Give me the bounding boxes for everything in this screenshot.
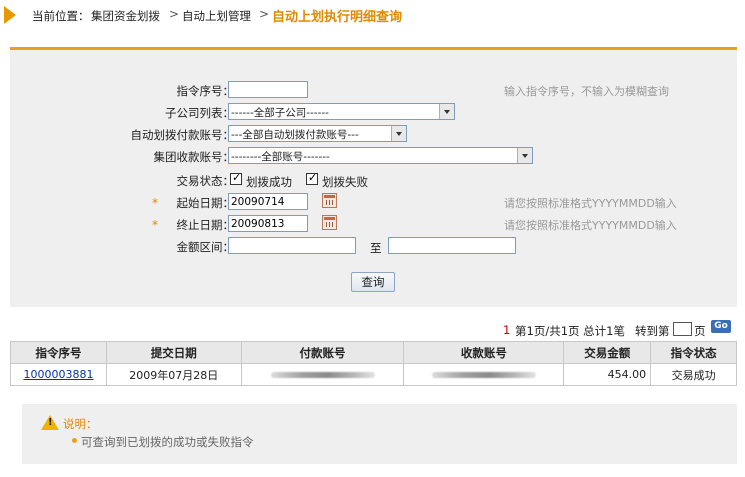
auto-pay-account-selected: ---全部自动划拨付款账号--- bbox=[231, 129, 359, 141]
page-title: 自动上划执行明细查询 bbox=[272, 10, 403, 25]
breadcrumb-prefix: 当前位置： bbox=[32, 9, 90, 23]
amount-range-row: 金额区间： 至 bbox=[10, 237, 737, 255]
cell-instruction-no: 1000003881 bbox=[10, 363, 107, 386]
instruction-no-row: 指令序号： 输入指令序号，不输入为模糊查询 bbox=[10, 81, 737, 99]
amount-from-input[interactable] bbox=[228, 237, 356, 254]
amount-to-label: 至 bbox=[370, 241, 382, 255]
amount-range-label: 金额区间： bbox=[176, 240, 235, 254]
column-header-submit-date: 提交日期 bbox=[105, 341, 242, 364]
calendar-icon[interactable] bbox=[322, 193, 337, 208]
amount-to-input[interactable] bbox=[388, 237, 516, 254]
end-date-label: 终止日期： bbox=[176, 218, 235, 232]
end-date-hint: 请您按照标准格式YYYYMMDD输入 bbox=[504, 219, 677, 232]
start-date-row: * 起始日期： 请您按照标准格式YYYYMMDD输入 bbox=[10, 193, 737, 211]
subsidiary-label: 子公司列表： bbox=[165, 106, 234, 120]
status-failed-checkbox[interactable] bbox=[306, 171, 318, 185]
end-date-input[interactable] bbox=[228, 215, 308, 232]
bullet-icon bbox=[72, 438, 77, 443]
table-row: 1000003881 2009年07月28日 454.00 交易成功 bbox=[10, 363, 737, 386]
instruction-no-label: 指令序号： bbox=[176, 84, 235, 98]
end-date-row: * 终止日期： 请您按照标准格式YYYYMMDD输入 bbox=[10, 215, 737, 233]
page-unit-label: 页 bbox=[694, 324, 706, 338]
subsidiary-selected: ------全部子公司------ bbox=[231, 107, 329, 119]
start-date-input[interactable] bbox=[228, 193, 308, 210]
breadcrumb: 当前位置： 集团资金划拨 > 自动上划管理 > 自动上划执行明细查询 bbox=[0, 0, 745, 32]
status-row: 交易状态： 划拨成功 划拨失败 bbox=[10, 171, 737, 189]
auto-pay-account-select[interactable]: ---全部自动划拨付款账号--- bbox=[228, 125, 407, 142]
go-button[interactable]: Go bbox=[711, 320, 731, 333]
group-receive-account-selected: --------全部账号------- bbox=[231, 151, 330, 163]
breadcrumb-separator: > bbox=[259, 7, 270, 21]
start-date-hint: 请您按照标准格式YYYYMMDD输入 bbox=[504, 197, 677, 210]
note-box: 说明： 可查询到已划拨的成功或失败指令 bbox=[22, 404, 737, 464]
auto-pay-account-label: 自动划拨付款账号： bbox=[130, 128, 235, 142]
group-receive-account-label: 集团收款账号： bbox=[153, 150, 235, 164]
status-success-checkbox[interactable] bbox=[230, 171, 242, 185]
cell-pay-account bbox=[240, 363, 405, 386]
status-label: 交易状态： bbox=[176, 174, 235, 188]
instruction-no-hint: 输入指令序号，不输入为模糊查询 bbox=[504, 85, 669, 98]
start-date-label: 起始日期： bbox=[176, 196, 235, 210]
group-receive-account-select[interactable]: --------全部账号------- bbox=[228, 147, 533, 164]
instruction-no-input[interactable] bbox=[228, 81, 308, 98]
query-form: 指令序号： 输入指令序号，不输入为模糊查询 子公司列表： ------全部子公司… bbox=[10, 50, 737, 307]
page-summary: 第1页/共1页 总计1笔 bbox=[515, 324, 625, 338]
column-header-receive-account: 收款账号 bbox=[403, 341, 565, 364]
current-page: 1 bbox=[503, 323, 511, 337]
status-success-label: 划拨成功 bbox=[246, 175, 292, 189]
redacted-account bbox=[270, 372, 375, 378]
group-receive-account-row: 集团收款账号： --------全部账号------- bbox=[10, 147, 737, 165]
required-mark: * bbox=[152, 196, 158, 210]
status-failed-label: 划拨失败 bbox=[322, 175, 368, 189]
warning-icon bbox=[41, 415, 59, 430]
cell-receive-account bbox=[403, 363, 565, 386]
pagination: 1 第1页/共1页 总计1笔 转到第 页 Go bbox=[0, 320, 745, 338]
arrow-right-icon bbox=[4, 6, 16, 24]
note-title: 说明： bbox=[63, 417, 98, 431]
cell-status: 交易成功 bbox=[650, 363, 737, 386]
cell-submit-date: 2009年07月28日 bbox=[105, 363, 242, 386]
note-item: 可查询到已划拨的成功或失败指令 bbox=[81, 435, 254, 449]
column-header-amount: 交易金额 bbox=[563, 341, 652, 364]
chevron-down-icon[interactable] bbox=[439, 104, 454, 119]
column-header-pay-account: 付款账号 bbox=[240, 341, 405, 364]
cell-amount: 454.00 bbox=[563, 363, 652, 386]
breadcrumb-separator: > bbox=[169, 7, 180, 21]
instruction-no-link[interactable]: 1000003881 bbox=[23, 368, 93, 381]
table-header: 指令序号 提交日期 付款账号 收款账号 交易金额 指令状态 bbox=[10, 341, 737, 364]
subsidiary-select[interactable]: ------全部子公司------ bbox=[228, 103, 455, 120]
breadcrumb-item-auto-transfer[interactable]: 自动上划管理 bbox=[182, 8, 251, 24]
auto-pay-account-row: 自动划拨付款账号： ---全部自动划拨付款账号--- bbox=[10, 125, 737, 143]
subsidiary-row: 子公司列表： ------全部子公司------ bbox=[10, 103, 737, 121]
query-button[interactable]: 查询 bbox=[351, 272, 395, 292]
chevron-down-icon[interactable] bbox=[517, 148, 532, 163]
column-header-status: 指令状态 bbox=[650, 341, 737, 364]
results-table: 指令序号 提交日期 付款账号 收款账号 交易金额 指令状态 1000003881… bbox=[10, 341, 737, 386]
calendar-icon[interactable] bbox=[322, 215, 337, 230]
breadcrumb-item-fund-transfer[interactable]: 集团资金划拨 bbox=[91, 8, 160, 24]
goto-label: 转到第 bbox=[635, 324, 670, 338]
goto-page-input[interactable] bbox=[673, 322, 692, 336]
column-header-instruction-no: 指令序号 bbox=[10, 341, 107, 364]
required-mark: * bbox=[152, 218, 158, 232]
chevron-down-icon[interactable] bbox=[391, 126, 406, 141]
redacted-account bbox=[431, 372, 536, 378]
